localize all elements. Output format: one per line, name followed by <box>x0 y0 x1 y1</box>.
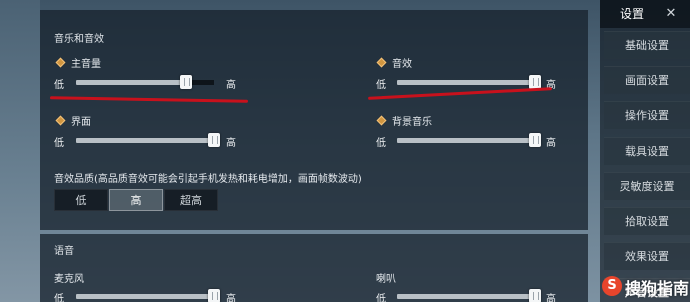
mic-label: 麦克风 <box>54 274 84 285</box>
sidebar-item-graphics[interactable]: 画面设置 <box>604 66 690 94</box>
sidebar-item-effects[interactable]: 效果设置 <box>604 242 690 270</box>
quality-option-ultra[interactable]: 超高 <box>164 189 218 211</box>
mic-slider[interactable] <box>76 294 218 299</box>
bgm-low-label: 低 <box>376 138 386 149</box>
bgm-knob[interactable] <box>529 133 541 147</box>
speaker-low-label: 低 <box>376 294 386 302</box>
sidebar-item-basic[interactable]: 基础设置 <box>604 31 690 59</box>
mic-knob[interactable] <box>208 289 220 302</box>
ui-high-label: 高 <box>226 138 236 149</box>
bgm-label: 背景音乐 <box>392 117 432 128</box>
sidebar-item-vehicle[interactable]: 载具设置 <box>604 137 690 165</box>
background-left <box>0 0 40 302</box>
sidebar-item-pickup[interactable]: 拾取设置 <box>604 207 690 235</box>
quality-option-low[interactable]: 低 <box>54 189 108 211</box>
sfx-low-label: 低 <box>376 80 386 91</box>
speaker-label: 喇叭 <box>376 274 396 285</box>
watermark: S 搜狗指南 <box>598 270 690 302</box>
bgm-high-label: 高 <box>546 138 556 149</box>
mic-low-label: 低 <box>54 294 64 302</box>
watermark-text: 搜狗指南 <box>625 279 690 298</box>
sfx-label: 音效 <box>392 59 412 70</box>
mic-high-label: 高 <box>226 294 236 302</box>
sfx-slider[interactable] <box>397 80 539 85</box>
master-volume-knob[interactable] <box>180 75 192 89</box>
ui-volume-slider[interactable] <box>76 138 218 143</box>
speaker-knob[interactable] <box>529 289 541 302</box>
close-icon[interactable]: ✕ <box>662 5 680 23</box>
audio-section-title: 音乐和音效 <box>54 34 104 45</box>
speaker-slider[interactable] <box>397 294 539 299</box>
speaker-high-label: 高 <box>546 294 556 302</box>
ui-low-label: 低 <box>54 138 64 149</box>
bgm-slider[interactable] <box>397 138 539 143</box>
voice-panel <box>40 234 588 302</box>
quality-option-high[interactable]: 高 <box>109 189 163 211</box>
sidebar-item-controls[interactable]: 操作设置 <box>604 101 690 129</box>
voice-section-title: 语音 <box>54 246 74 257</box>
master-volume-label: 主音量 <box>71 59 101 70</box>
sound-quality-label: 音效品质(高品质音效可能会引起手机发热和耗电增加，画面帧数波动) <box>54 174 362 185</box>
master-high-label: 高 <box>226 80 236 91</box>
sidebar-item-sensitivity[interactable]: 灵敏度设置 <box>604 172 690 200</box>
master-low-label: 低 <box>54 80 64 91</box>
ui-volume-label: 界面 <box>71 117 91 128</box>
master-volume-slider[interactable] <box>76 80 214 85</box>
ui-volume-knob[interactable] <box>208 133 220 147</box>
sogou-logo-icon: S <box>602 276 622 296</box>
